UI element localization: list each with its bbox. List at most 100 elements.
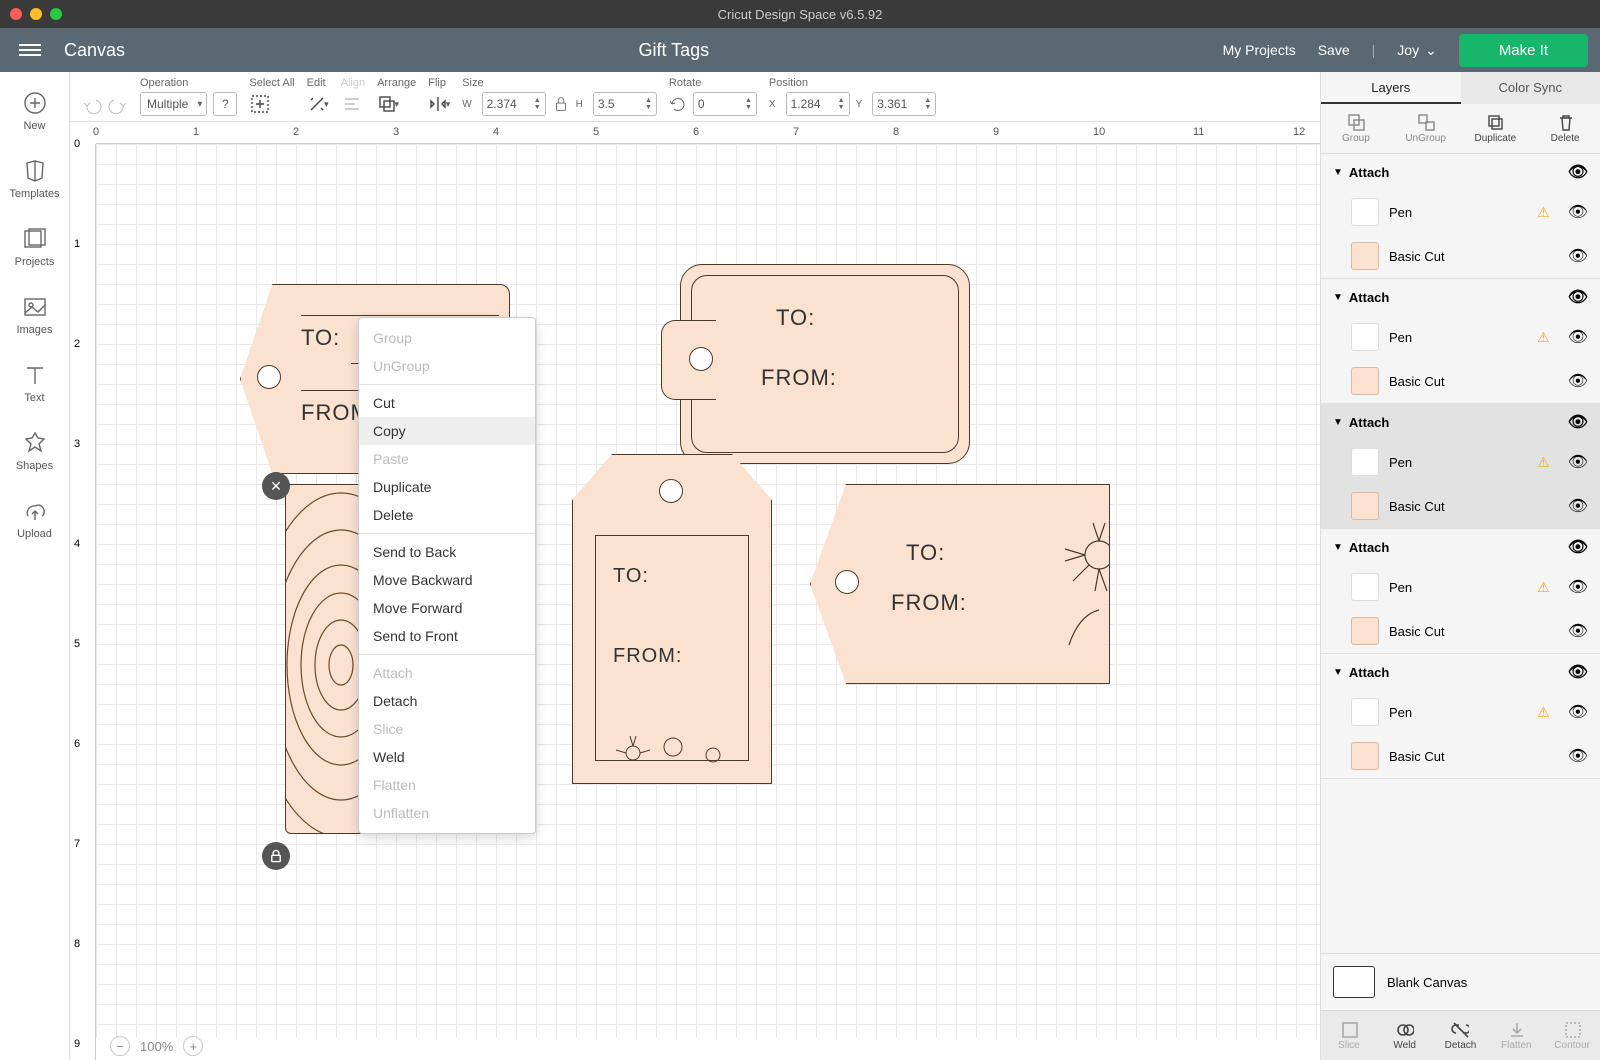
visibility-icon[interactable]: 👁: [1568, 327, 1588, 347]
sunflower-icon: [1029, 505, 1109, 665]
layer-row[interactable]: Basic Cut 👁: [1321, 484, 1600, 528]
shapes-icon: [22, 430, 48, 456]
context-detach[interactable]: Detach: [359, 687, 535, 715]
layer-group-head[interactable]: ▼Attach👁: [1321, 154, 1600, 190]
visibility-icon[interactable]: 👁: [1568, 452, 1588, 472]
zoom-in[interactable]: +: [183, 1036, 203, 1056]
operation-select[interactable]: Multiple: [140, 92, 207, 116]
context-slice: Slice: [359, 715, 535, 743]
nav-new[interactable]: New: [0, 82, 69, 140]
context-attach: Attach: [359, 659, 535, 687]
detach-action[interactable]: Detach: [1433, 1011, 1489, 1060]
nav-text[interactable]: Text: [0, 354, 69, 412]
layer-row[interactable]: Basic Cut👁: [1321, 734, 1600, 778]
select-all-button[interactable]: [249, 93, 271, 115]
project-title[interactable]: Gift Tags: [125, 40, 1223, 61]
lock-icon[interactable]: [552, 95, 570, 113]
context-weld[interactable]: Weld: [359, 743, 535, 771]
nav-templates-label: Templates: [9, 188, 59, 200]
lock-handle[interactable]: [262, 842, 290, 870]
x-label: X: [769, 99, 776, 110]
visibility-icon[interactable]: 👁: [1568, 202, 1588, 222]
colorsync-tab[interactable]: Color Sync: [1461, 72, 1600, 104]
nav-templates[interactable]: Templates: [0, 150, 69, 208]
context-cut[interactable]: Cut: [359, 389, 535, 417]
size-label: Size: [462, 77, 657, 89]
layer-row[interactable]: Pen⚠👁: [1321, 565, 1600, 609]
blank-canvas-row[interactable]: Blank Canvas: [1321, 953, 1600, 1010]
nav-upload[interactable]: Upload: [0, 490, 69, 548]
layer-row[interactable]: Pen⚠👁: [1321, 190, 1600, 234]
visibility-icon[interactable]: 👁: [1568, 662, 1588, 682]
visibility-icon[interactable]: 👁: [1568, 371, 1588, 391]
duplicate-action[interactable]: Duplicate: [1461, 104, 1531, 153]
rotate-input[interactable]: 0▲▼: [693, 92, 757, 116]
align-button: [341, 93, 363, 115]
context-send-to-front[interactable]: Send to Front: [359, 622, 535, 650]
operation-help[interactable]: ?: [213, 92, 237, 116]
layer-group-head[interactable]: ▼Attach👁: [1321, 529, 1600, 565]
context-copy[interactable]: Copy: [359, 417, 535, 445]
visibility-icon[interactable]: 👁: [1568, 746, 1588, 766]
layer-group-head[interactable]: ▼Attach👁: [1321, 279, 1600, 315]
ruler-horizontal: 01234567891011121314: [96, 122, 1320, 144]
weld-action[interactable]: Weld: [1377, 1011, 1433, 1060]
context-duplicate[interactable]: Duplicate: [359, 473, 535, 501]
arrange-button[interactable]: ▾: [377, 93, 399, 115]
layer-row[interactable]: Basic Cut👁: [1321, 359, 1600, 403]
context-move-backward[interactable]: Move Backward: [359, 566, 535, 594]
visibility-icon[interactable]: 👁: [1568, 621, 1588, 641]
layer-row[interactable]: Pen⚠👁: [1321, 440, 1600, 484]
width-input[interactable]: 2.374▲▼: [482, 92, 546, 116]
height-input[interactable]: 3.5▲▼: [593, 92, 657, 116]
text-icon: [22, 362, 48, 388]
layer-group-head[interactable]: ▼Attach👁: [1321, 404, 1600, 440]
tag-shape-4[interactable]: TO: FROM:: [810, 484, 1110, 684]
delete-action[interactable]: Delete: [1530, 104, 1600, 153]
undo-icon[interactable]: [82, 94, 102, 114]
visibility-icon[interactable]: 👁: [1568, 537, 1588, 557]
visibility-icon[interactable]: 👁: [1568, 577, 1588, 597]
visibility-icon[interactable]: 👁: [1568, 287, 1588, 307]
y-label: Y: [856, 99, 863, 110]
nav-shapes[interactable]: Shapes: [0, 422, 69, 480]
save-link[interactable]: Save: [1318, 42, 1350, 58]
edit-button[interactable]: ▾: [307, 93, 329, 115]
canvas[interactable]: 01234567891011121314 012345678910 TO: FR…: [70, 122, 1320, 1060]
zoom-out[interactable]: −: [110, 1036, 130, 1056]
my-projects-link[interactable]: My Projects: [1223, 42, 1296, 58]
layer-type: Basic Cut: [1389, 499, 1445, 514]
minimize-window[interactable]: [30, 8, 42, 20]
delete-handle[interactable]: ✕: [262, 472, 290, 500]
x-input[interactable]: 1.284▲▼: [786, 92, 850, 116]
nav-projects[interactable]: Projects: [0, 218, 69, 276]
y-input[interactable]: 3.361▲▼: [872, 92, 936, 116]
layer-thumb: [1351, 617, 1379, 645]
context-delete[interactable]: Delete: [359, 501, 535, 529]
visibility-icon[interactable]: 👁: [1568, 702, 1588, 722]
tag-shape-3[interactable]: TO: FROM:: [572, 454, 772, 784]
layer-row[interactable]: Pen⚠👁: [1321, 690, 1600, 734]
layers-tab[interactable]: Layers: [1321, 72, 1461, 104]
titlebar: Cricut Design Space v6.5.92: [0, 0, 1600, 28]
warning-icon: ⚠: [1537, 454, 1550, 471]
nav-images[interactable]: Images: [0, 286, 69, 344]
visibility-icon[interactable]: 👁: [1568, 162, 1588, 182]
machine-selector[interactable]: Joy ⌄: [1397, 42, 1437, 59]
flip-button[interactable]: ▾: [428, 93, 450, 115]
visibility-icon[interactable]: 👁: [1568, 246, 1588, 266]
redo-icon[interactable]: [108, 94, 128, 114]
visibility-icon[interactable]: 👁: [1568, 496, 1588, 516]
make-it-button[interactable]: Make It: [1459, 34, 1588, 67]
visibility-icon[interactable]: 👁: [1568, 412, 1588, 432]
layer-group-head[interactable]: ▼Attach👁: [1321, 654, 1600, 690]
close-window[interactable]: [10, 8, 22, 20]
context-send-to-back[interactable]: Send to Back: [359, 538, 535, 566]
layer-row[interactable]: Pen⚠👁: [1321, 315, 1600, 359]
maximize-window[interactable]: [50, 8, 62, 20]
menu-button[interactable]: [0, 41, 60, 59]
context-move-forward[interactable]: Move Forward: [359, 594, 535, 622]
layer-row[interactable]: Basic Cut👁: [1321, 609, 1600, 653]
layer-row[interactable]: Basic Cut👁: [1321, 234, 1600, 278]
tag-shape-2[interactable]: TO: FROM:: [680, 264, 970, 464]
